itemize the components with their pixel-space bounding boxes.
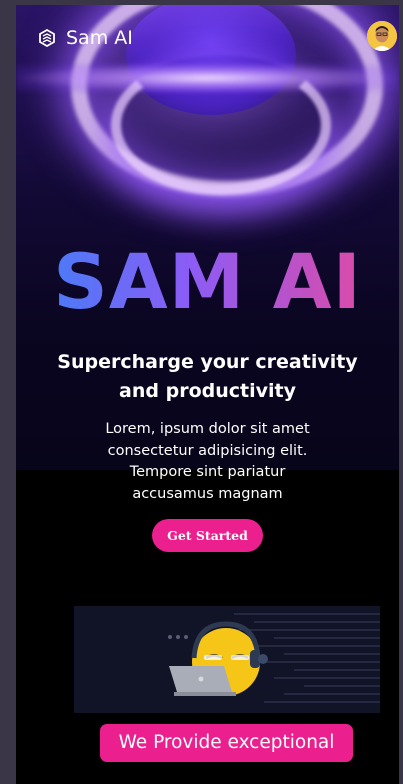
hero-description: Lorem, ipsum dolor sit amet consectetur … (105, 421, 310, 502)
get-started-button[interactable]: Get Started (152, 519, 263, 552)
illustration-card (74, 606, 380, 713)
black-hole-lower-ring (111, 55, 331, 195)
motion-lines-graphic (168, 613, 380, 703)
hero-subtitle: Supercharge your creativity and producti… (57, 351, 358, 402)
hero-section: Sam AI SAM AI Supercharge your creativit… (16, 5, 399, 470)
hero-title: SAM AI (16, 237, 399, 327)
logo-icon[interactable] (38, 28, 56, 48)
feature-banner: We Provide exceptional (100, 724, 353, 762)
user-avatar[interactable] (367, 21, 397, 51)
brand-name[interactable]: Sam AI (66, 27, 133, 49)
app-frame: Sam AI SAM AI Supercharge your creativit… (16, 5, 399, 784)
navbar: Sam AI (16, 17, 399, 61)
